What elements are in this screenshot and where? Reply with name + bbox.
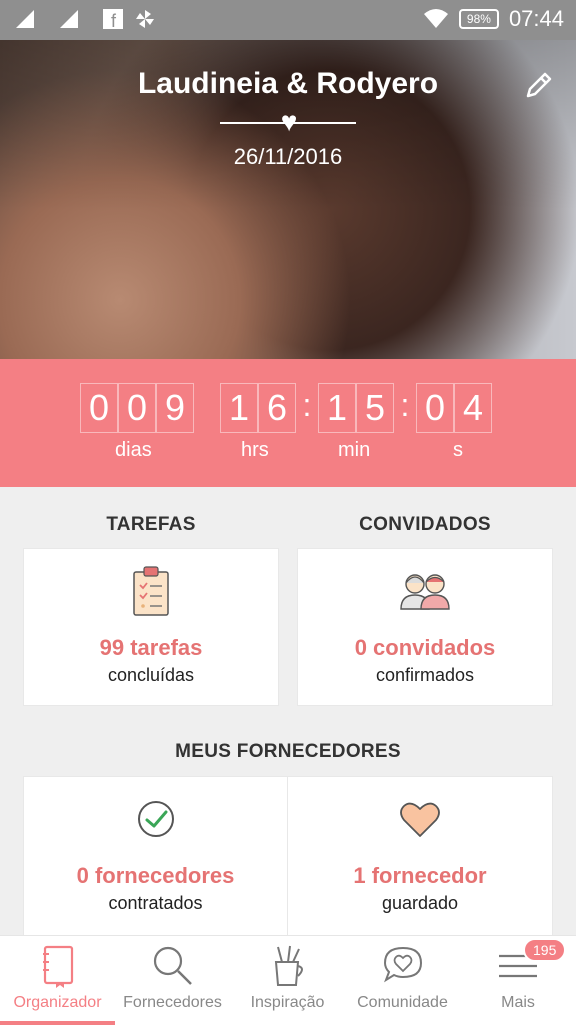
colon-separator: :	[400, 386, 410, 423]
status-icons-left: f	[14, 8, 156, 30]
digit: 6	[258, 383, 296, 433]
signal-icon	[16, 10, 34, 28]
countdown-panel: 0 0 9 1 6 : 1 5 : 0 4 dias hrs min s	[0, 359, 576, 487]
digit: 0	[118, 383, 156, 433]
digit: 0	[416, 383, 454, 433]
tab-fornecedores[interactable]: Fornecedores	[115, 936, 230, 1025]
status-icons-right: 98% 07:44	[423, 6, 564, 32]
hired-vendors-count: 0 fornecedores	[76, 863, 235, 888]
vendors-heading: MEUS FORNECEDORES	[175, 741, 401, 762]
guests-icon	[400, 574, 450, 610]
digit: 4	[454, 383, 492, 433]
hired-vendors-card[interactable]: 0 fornecedores contratados	[24, 777, 287, 935]
seconds-digits: 0 4	[416, 383, 492, 433]
bottom-navigation: Organizador Fornecedores Inspiração Comu…	[0, 935, 576, 1025]
check-circle-icon	[137, 801, 174, 837]
guests-count: 0 convidados	[354, 635, 496, 660]
saved-vendors-count: 1 fornecedor	[353, 863, 487, 888]
tab-label: Organizador	[13, 994, 102, 1011]
clock: 07:44	[508, 6, 564, 31]
minutes-label: min	[338, 439, 371, 461]
tab-label: Fornecedores	[123, 994, 222, 1011]
notebook-icon	[42, 945, 73, 988]
search-icon	[153, 946, 192, 985]
hours-label: hrs	[241, 439, 269, 461]
guests-caption: confirmados	[375, 665, 475, 685]
couple-names: Laudineia & Rodyero	[137, 67, 439, 100]
active-tab-indicator	[0, 1021, 115, 1025]
heart-icon: ♥	[280, 106, 298, 137]
hired-vendors-caption: contratados	[108, 893, 203, 913]
saved-vendors-caption: guardado	[381, 893, 459, 913]
battery-indicator: 98%	[458, 9, 499, 29]
minutes-digits: 1 5	[318, 383, 394, 433]
wifi-icon	[423, 9, 448, 28]
tasks-caption: concluídas	[107, 665, 195, 685]
days-label: dias	[115, 439, 152, 461]
clipboard-icon	[133, 566, 169, 616]
tab-inspiracao[interactable]: Inspiração	[230, 936, 345, 1025]
countdown-digits: 0 0 9 1 6 : 1 5 : 0 4	[80, 383, 492, 433]
tasks-count: 99 tarefas	[99, 635, 203, 660]
signal-icon	[60, 10, 78, 28]
tab-organizador[interactable]: Organizador	[0, 936, 115, 1025]
guests-card[interactable]: 0 convidados confirmados	[298, 549, 552, 705]
heart-icon	[400, 802, 440, 837]
digit: 1	[318, 383, 356, 433]
seconds-label: s	[453, 439, 463, 461]
tab-comunidade[interactable]: Comunidade	[345, 936, 460, 1025]
hours-digits: 1 6	[220, 383, 296, 433]
heart-divider: ♥	[220, 108, 356, 136]
tasks-heading: TAREFAS	[106, 514, 196, 535]
days-digits: 0 0 9	[80, 383, 194, 433]
edit-icon[interactable]	[524, 70, 554, 100]
tab-label: Comunidade	[357, 994, 448, 1011]
digit: 1	[220, 383, 258, 433]
guests-heading: CONVIDADOS	[359, 514, 491, 535]
tasks-card[interactable]: 99 tarefas concluídas	[24, 549, 278, 705]
pinwheel-icon	[136, 10, 154, 28]
wedding-date: 26/11/2016	[233, 144, 343, 169]
brush-cup-icon	[274, 945, 303, 986]
tab-label: Mais	[501, 994, 535, 1011]
colon-separator: :	[302, 386, 312, 423]
status-bar: f 98% 07:44	[0, 0, 576, 40]
digit: 9	[156, 383, 194, 433]
notification-badge: 195	[523, 938, 567, 962]
digit: 5	[356, 383, 394, 433]
chat-heart-icon	[383, 946, 422, 983]
tab-label: Inspiração	[250, 994, 325, 1011]
facebook-icon: f	[103, 9, 123, 30]
saved-vendors-card[interactable]: 1 fornecedor guardado	[288, 777, 552, 935]
digit: 0	[80, 383, 118, 433]
couple-photo-header: Laudineia & Rodyero ♥ 26/11/2016	[0, 40, 576, 359]
